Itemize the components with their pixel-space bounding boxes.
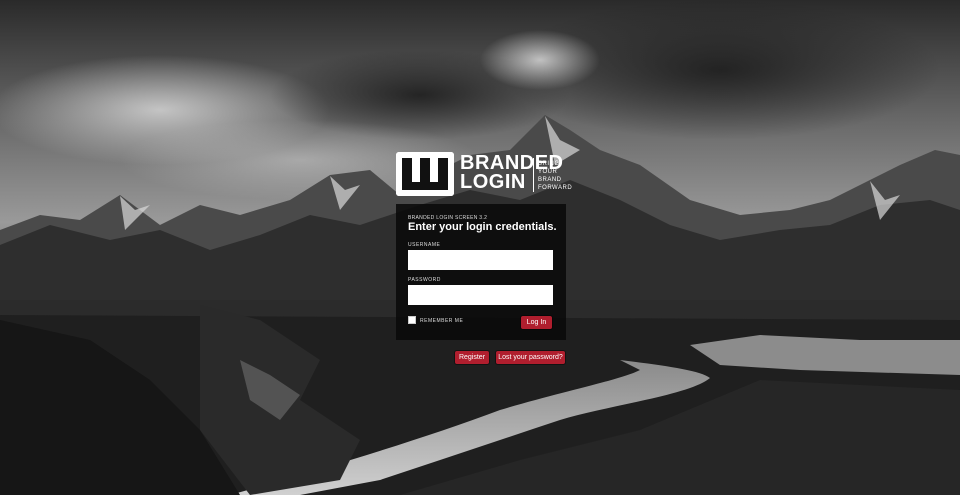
login-heading: Enter your login credentials.	[408, 221, 557, 233]
username-input[interactable]	[408, 250, 553, 270]
remember-me-label: REMEMBER ME	[420, 318, 464, 324]
logo-tagline-line1: BRING	[538, 161, 560, 167]
logo-divider	[533, 158, 534, 192]
login-button[interactable]: Log In	[521, 316, 552, 329]
username-label: USERNAME	[408, 242, 441, 248]
branded-login-logo: BRANDED LOGIN BRING YOUR BRAND FORWARD	[396, 152, 572, 198]
lost-password-link[interactable]: Lost your password?	[496, 351, 565, 364]
password-input[interactable]	[408, 285, 553, 305]
register-link[interactable]: Register	[455, 351, 489, 364]
logo-tagline-line3: BRAND	[538, 177, 562, 183]
logo-tagline-line2: YOUR	[538, 169, 558, 175]
w-logo-icon	[396, 152, 454, 196]
logo-tagline-line4: FORWARD	[538, 185, 573, 191]
login-panel: BRANDED LOGIN SCREEN 3.2 Enter your logi…	[396, 204, 566, 340]
password-label: PASSWORD	[408, 277, 441, 283]
remember-me-checkbox[interactable]	[408, 316, 416, 324]
logo-tagline: BRING YOUR BRAND FORWARD	[538, 160, 572, 192]
